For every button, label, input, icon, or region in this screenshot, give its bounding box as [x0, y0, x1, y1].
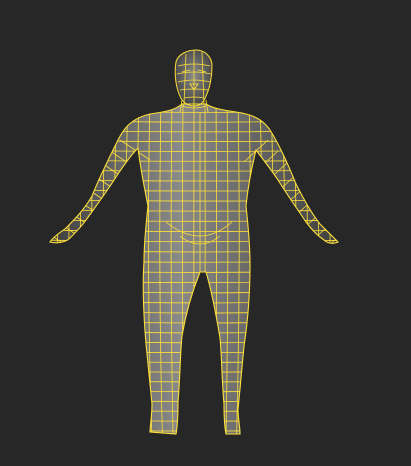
3d-viewport[interactable] [0, 0, 411, 466]
viewport-canvas[interactable] [0, 0, 411, 466]
